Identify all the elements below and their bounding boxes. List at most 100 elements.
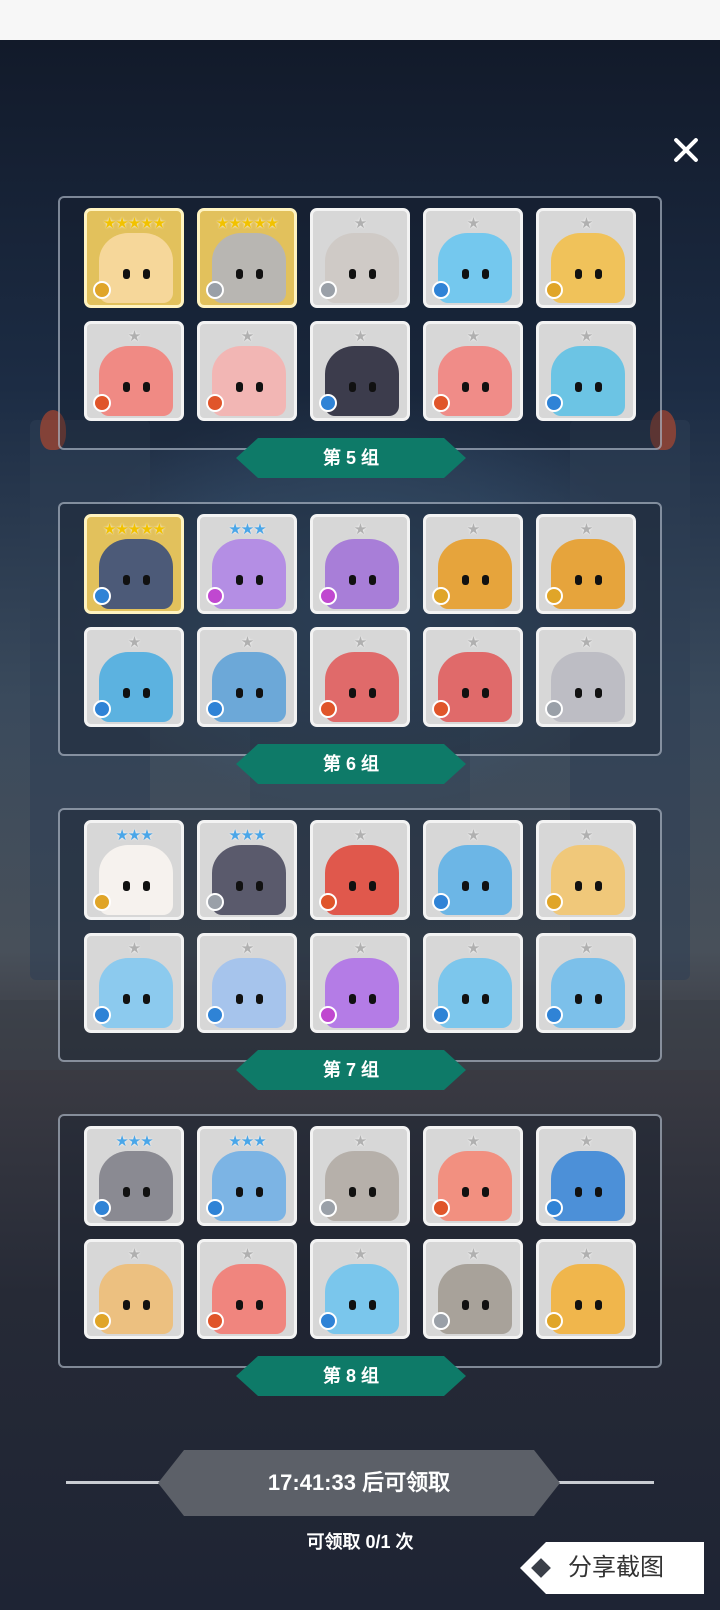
hero-card[interactable]: ★ bbox=[536, 208, 636, 308]
hero-card[interactable]: ★ bbox=[423, 321, 523, 421]
hero-card[interactable]: ★ bbox=[310, 514, 410, 614]
hero-eye bbox=[349, 382, 356, 392]
hero-eye bbox=[236, 269, 243, 279]
timer-line-left bbox=[66, 1481, 162, 1484]
water-element-icon bbox=[93, 1006, 111, 1024]
hero-card[interactable]: ★ bbox=[84, 321, 184, 421]
hero-card[interactable]: ★★★★★ bbox=[197, 208, 297, 308]
hero-card[interactable]: ★ bbox=[536, 514, 636, 614]
hero-card[interactable]: ★ bbox=[423, 627, 523, 727]
hero-card-grid: ★★★ ★★★ ★ ★ ★ ★ ★ ★ ★ ★ bbox=[84, 820, 636, 1033]
star-rating-icon: ★ bbox=[466, 214, 480, 232]
hero-card[interactable]: ★ bbox=[310, 208, 410, 308]
hero-eye bbox=[575, 994, 582, 1004]
hero-card[interactable]: ★★★★★ bbox=[84, 208, 184, 308]
close-button[interactable] bbox=[664, 128, 708, 172]
hero-card[interactable]: ★★★★★ bbox=[84, 514, 184, 614]
hero-card[interactable]: ★ bbox=[536, 1126, 636, 1226]
hero-card[interactable]: ★ bbox=[84, 933, 184, 1033]
hero-eye bbox=[256, 881, 263, 891]
hero-eye bbox=[143, 1187, 150, 1197]
hero-eye bbox=[482, 1300, 489, 1310]
star-rating-icon: ★ bbox=[127, 327, 141, 345]
share-screenshot-button[interactable]: 分享截图 bbox=[520, 1542, 704, 1594]
hero-eye bbox=[575, 382, 582, 392]
hero-card[interactable]: ★ bbox=[536, 820, 636, 920]
claim-timer-label: 17:41:33 后可领取 bbox=[267, 1470, 451, 1495]
star-rating-icon: ★★★★★ bbox=[215, 214, 279, 232]
star-rating-icon: ★ bbox=[127, 633, 141, 651]
hero-eye bbox=[462, 881, 469, 891]
hero-card[interactable]: ★ bbox=[197, 1239, 297, 1339]
hero-card[interactable]: ★ bbox=[423, 208, 523, 308]
hero-card[interactable]: ★ bbox=[310, 321, 410, 421]
water-element-icon bbox=[545, 1006, 563, 1024]
hero-eye bbox=[575, 1300, 582, 1310]
hero-card[interactable]: ★★★ bbox=[84, 1126, 184, 1226]
hero-eye bbox=[349, 269, 356, 279]
hero-eye bbox=[123, 1300, 130, 1310]
hero-eye bbox=[369, 688, 376, 698]
hero-eye bbox=[123, 269, 130, 279]
star-rating-icon: ★ bbox=[353, 327, 367, 345]
hero-card[interactable]: ★ bbox=[423, 514, 523, 614]
claim-timer-button[interactable]: 17:41:33 后可领取 bbox=[158, 1450, 560, 1516]
hero-card[interactable]: ★ bbox=[310, 820, 410, 920]
hero-card[interactable]: ★ bbox=[197, 933, 297, 1033]
hero-eye bbox=[462, 1187, 469, 1197]
hero-eye bbox=[575, 269, 582, 279]
hero-card[interactable]: ★★★ bbox=[84, 820, 184, 920]
hero-eye bbox=[256, 575, 263, 585]
hero-card-grid: ★★★★★ ★★★★★ ★ ★ ★ ★ ★ ★ ★ ★ bbox=[84, 208, 636, 421]
hero-card[interactable]: ★ bbox=[536, 321, 636, 421]
group-label-banner: 第 5 组 bbox=[236, 438, 466, 478]
hero-eye bbox=[369, 881, 376, 891]
star-rating-icon: ★ bbox=[466, 1245, 480, 1263]
dark-element-icon bbox=[206, 587, 224, 605]
dark-element-icon bbox=[319, 1006, 337, 1024]
hero-eye bbox=[462, 269, 469, 279]
star-rating-icon: ★★★★★ bbox=[102, 520, 166, 538]
hero-card[interactable]: ★ bbox=[310, 933, 410, 1033]
hero-eye bbox=[462, 382, 469, 392]
light-element-icon bbox=[545, 700, 563, 718]
hero-card[interactable]: ★ bbox=[84, 627, 184, 727]
hero-eye bbox=[575, 881, 582, 891]
hero-eye bbox=[482, 994, 489, 1004]
hero-card[interactable]: ★ bbox=[536, 933, 636, 1033]
hero-card[interactable]: ★ bbox=[423, 933, 523, 1033]
group-panel: ★★★★★ ★★★ ★ ★ ★ ★ ★ ★ ★ ★ bbox=[58, 502, 662, 756]
hero-card[interactable]: ★ bbox=[310, 1126, 410, 1226]
hero-card[interactable]: ★ bbox=[423, 1126, 523, 1226]
fire-element-icon bbox=[432, 1199, 450, 1217]
hero-eye bbox=[236, 881, 243, 891]
hero-eye bbox=[143, 269, 150, 279]
light-element-icon bbox=[319, 281, 337, 299]
share-screenshot-label: 分享截图 bbox=[568, 1554, 664, 1581]
hero-card[interactable]: ★ bbox=[423, 1239, 523, 1339]
group-panel: ★★★★★ ★★★★★ ★ ★ ★ ★ ★ ★ ★ ★ bbox=[58, 196, 662, 450]
light-element-icon bbox=[206, 281, 224, 299]
hero-card[interactable]: ★ bbox=[84, 1239, 184, 1339]
diamond-icon bbox=[531, 1558, 551, 1578]
earth-element-icon bbox=[93, 1312, 111, 1330]
hero-card[interactable]: ★ bbox=[197, 321, 297, 421]
water-element-icon bbox=[545, 394, 563, 412]
star-rating-icon: ★ bbox=[579, 214, 593, 232]
hero-card[interactable]: ★ bbox=[536, 1239, 636, 1339]
hero-card[interactable]: ★ bbox=[197, 627, 297, 727]
hero-card[interactable]: ★ bbox=[310, 1239, 410, 1339]
hero-card[interactable]: ★★★ bbox=[197, 514, 297, 614]
star-rating-icon: ★ bbox=[127, 939, 141, 957]
hero-card[interactable]: ★★★ bbox=[197, 1126, 297, 1226]
hero-eye bbox=[595, 575, 602, 585]
hero-eye bbox=[349, 688, 356, 698]
hero-eye bbox=[143, 688, 150, 698]
hero-card[interactable]: ★ bbox=[310, 627, 410, 727]
star-rating-icon: ★ bbox=[579, 520, 593, 538]
water-element-icon bbox=[93, 1199, 111, 1217]
hero-card[interactable]: ★ bbox=[423, 820, 523, 920]
hero-card[interactable]: ★ bbox=[536, 627, 636, 727]
hero-card[interactable]: ★★★ bbox=[197, 820, 297, 920]
hero-eye bbox=[143, 575, 150, 585]
